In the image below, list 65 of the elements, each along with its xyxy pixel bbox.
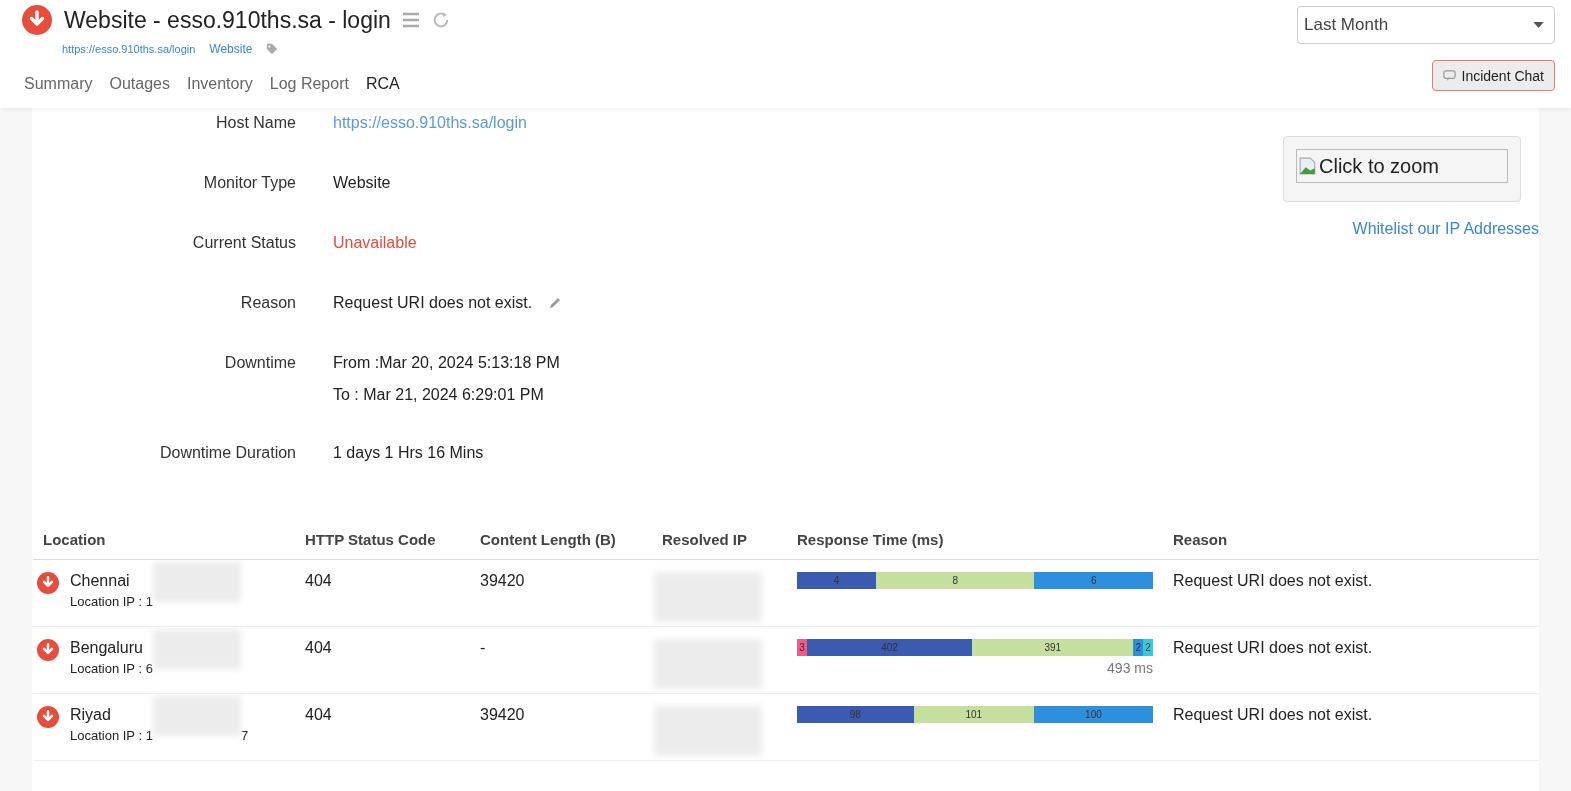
total-response-time: 493 ms [1107,660,1153,676]
response-time-segment: 6 [1034,572,1153,589]
table-cell-text: Request URI does not exist. [1173,572,1374,590]
monitor-title: Website - esso.910ths.sa - login [64,6,391,34]
response-time-segment: 2 [1133,639,1144,656]
whitelist-link[interactable]: Whitelist our IP Addresses [1352,220,1539,238]
response-time-segment: 2 [1143,639,1153,656]
screenshot-thumbnail[interactable]: Click to zoom [1296,149,1508,183]
location-name: Chennai [70,572,131,590]
column-header: Location [42,531,107,548]
field-label: Host Name [214,113,296,133]
tab[interactable]: Log Report [269,75,349,93]
location-ip: Location IP : 6 [70,661,153,676]
field-value: Request URI does not exist. [333,294,533,312]
monitor-url-link[interactable]: https://esso.910ths.sa/login [62,43,196,55]
status-value: Unavailable [333,234,417,252]
table-cell-text: - [480,639,487,657]
location-ip: 7 [240,728,249,743]
field-label: Reason [239,293,296,313]
tab[interactable]: Outages [109,75,170,93]
response-time-segment: 98 [797,706,914,723]
location-ip: Location IP : 1 [70,594,153,609]
broken-image-icon [1299,157,1317,175]
field-label: Downtime Duration [158,443,296,463]
table-cell-text: 39420 [480,706,526,724]
location-name: Bengaluru [70,639,144,657]
tab[interactable]: RCA [365,75,400,93]
caret-icon [1533,22,1544,28]
field-value: 1 days 1 Hrs 16 Mins [333,444,484,462]
column-header: Reason [1173,531,1229,548]
column-header: Content Length (B) [480,531,617,548]
field-value: To : Mar 21, 2024 6:29:01 PM [333,386,544,404]
tab[interactable]: Inventory [186,75,253,93]
response-time-segment: 4 [797,572,877,589]
field-label: Monitor Type [202,173,296,193]
field-value: From :Mar 20, 2024 5:13:18 PM [333,354,560,372]
chat-icon [1442,69,1456,82]
response-time-segment: 101 [913,706,1034,723]
column-header: Response Time (ms) [797,531,945,548]
field-label: Downtime [223,353,296,373]
period-dropdown[interactable]: Last Month [1297,6,1555,44]
response-time-segment: 100 [1033,706,1153,723]
response-time-segment: 402 [806,639,973,656]
tab[interactable]: Summary [24,75,93,93]
tag-icon[interactable] [266,43,279,55]
table-cell-text: Request URI does not exist. [1173,639,1374,657]
response-time-segment: 8 [876,572,1035,589]
response-time-segment: 3 [797,639,807,656]
column-header: Resolved IP [662,531,749,548]
location-ip: Location IP : 1 [70,728,153,743]
location-name: Riyad [70,706,112,724]
field-value: Website [333,174,391,192]
table-cell-text: 39420 [480,572,526,590]
menu-icon[interactable] [400,10,421,30]
edit-pencil-icon[interactable] [548,296,563,310]
table-cell-text: 404 [305,706,333,724]
incident-chat-button[interactable]: Incident Chat [1431,60,1555,91]
host-link[interactable]: https://esso.910ths.sa/login [333,114,527,132]
table-cell-text: Request URI does not exist. [1173,706,1374,724]
monitor-type-link[interactable]: Website [209,42,253,56]
field-label: Current Status [191,233,296,253]
column-header: HTTP Status Code [305,531,437,548]
table-cell-text: 404 [305,639,333,657]
table-cell-text: 404 [305,572,333,590]
response-time-segment: 391 [972,639,1134,656]
